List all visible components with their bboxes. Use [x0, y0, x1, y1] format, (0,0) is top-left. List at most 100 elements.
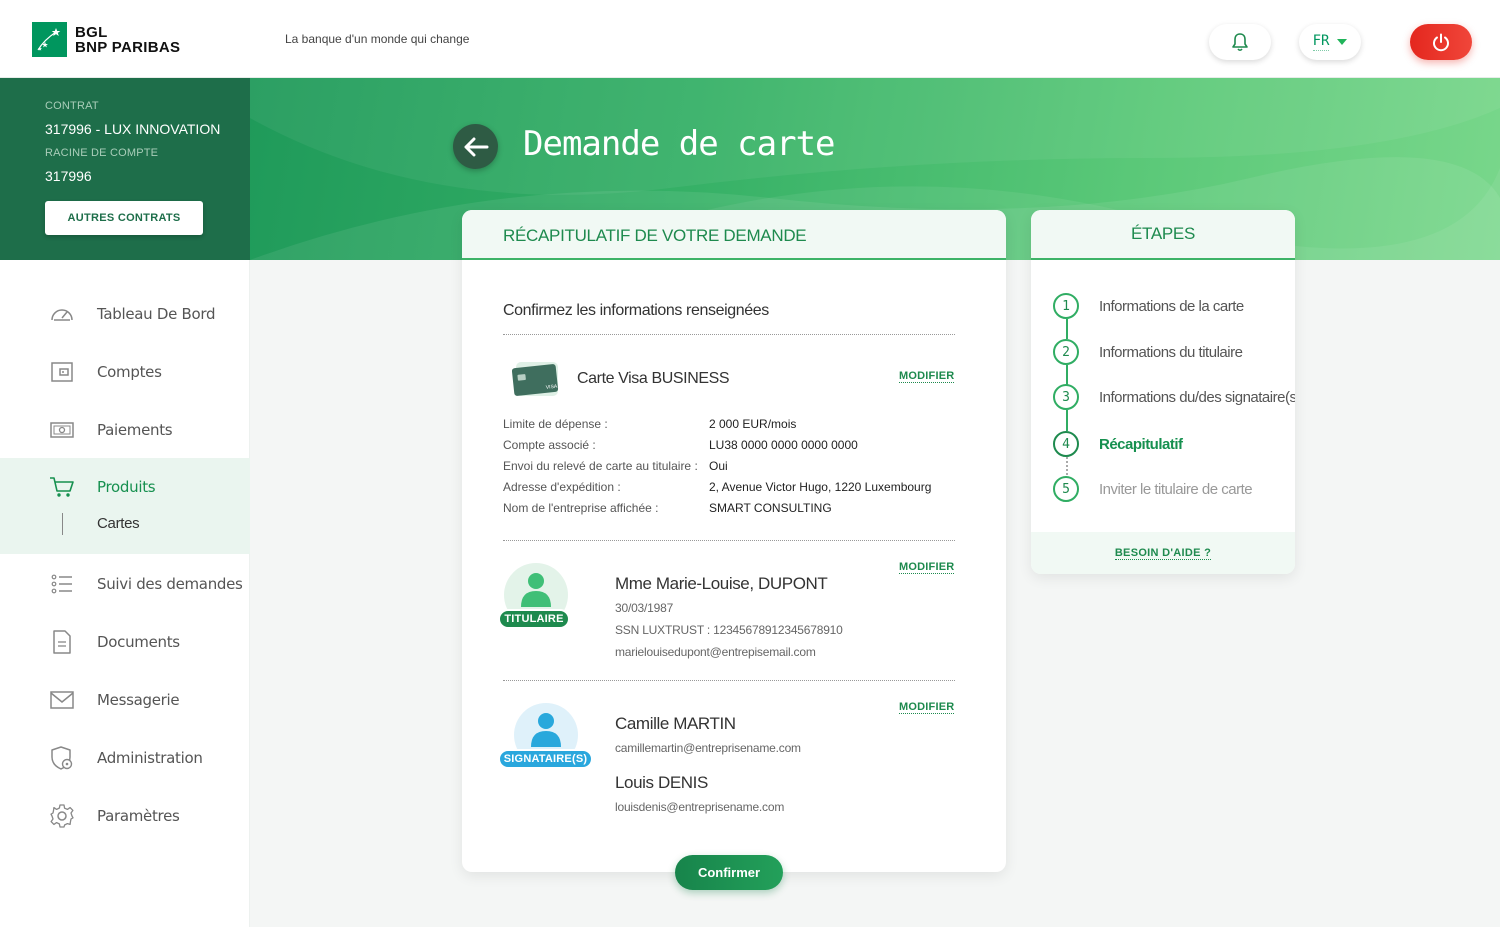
sidebar-item-label: Tableau De Bord	[97, 305, 216, 323]
mail-icon	[49, 687, 75, 713]
step-connector	[1066, 457, 1068, 475]
holder-ssn: SSN LUXTRUST : 12345678912345678910	[615, 623, 843, 637]
summary-card: RÉCAPITULATIF DE VOTRE DEMANDE Confirmez…	[462, 210, 1006, 872]
modify-signatories-link[interactable]: MODIFIER	[899, 701, 955, 714]
money-icon	[49, 417, 75, 443]
step-number: 4	[1053, 431, 1079, 457]
language-selector[interactable]: FR	[1299, 24, 1361, 60]
divider	[503, 680, 955, 681]
other-contracts-button[interactable]: AUTRES CONTRATS	[45, 201, 203, 235]
holder-badge: TITULAIRE	[498, 609, 570, 629]
step-number: 2	[1053, 339, 1079, 365]
sidebar-item-label: Suivi des demandes	[97, 575, 243, 593]
back-button[interactable]	[453, 124, 498, 169]
detail-value: LU38 0000 0000 0000 0000	[709, 438, 858, 452]
notifications-button[interactable]	[1209, 24, 1271, 60]
step-label: Récapitulatif	[1099, 435, 1183, 453]
step-item: 5 Inviter le titulaire de carte	[1053, 475, 1253, 503]
signatory-name: Louis DENIS	[615, 773, 708, 792]
document-icon	[49, 629, 75, 655]
detail-label: Adresse d'expédition :	[503, 480, 621, 494]
sidebar-item-label: Paiements	[97, 421, 173, 439]
modify-card-link[interactable]: MODIFIER	[899, 370, 955, 383]
bell-icon	[1232, 33, 1248, 52]
detail-value: SMART CONSULTING	[709, 501, 832, 515]
sidebar-item-settings[interactable]: Paramètres	[0, 787, 250, 845]
sidebar-item-accounts[interactable]: Comptes	[0, 343, 250, 401]
cart-icon	[49, 474, 75, 500]
steps-card-header: ÉTAPES	[1031, 210, 1295, 260]
step-number: 1	[1053, 293, 1079, 319]
confirm-button[interactable]: Confirmer	[675, 855, 783, 890]
sidebar-item-label: Messagerie	[97, 691, 180, 709]
language-label: FR	[1312, 33, 1330, 51]
credit-card-icon: VISA	[511, 360, 560, 396]
power-icon	[1433, 33, 1449, 52]
bgl-bnp-paribas-logo[interactable]: BGL BNP PARIBAS	[32, 22, 180, 57]
brand-line2: BNP PARIBAS	[75, 38, 181, 56]
account-root-label: RACINE DE COMPTE	[45, 147, 159, 159]
sidebar-item-label: Documents	[97, 633, 180, 651]
steps-card-title: ÉTAPES	[1130, 224, 1196, 243]
sidebar-item-messages[interactable]: Messagerie	[0, 671, 250, 729]
sidebar-item-label: Produits	[97, 478, 156, 496]
summary-card-header: RÉCAPITULATIF DE VOTRE DEMANDE	[462, 210, 1006, 260]
step-label: Informations du titulaire	[1099, 343, 1243, 361]
svg-text:VISA: VISA	[546, 384, 559, 391]
summary-intro: Confirmez les informations renseignées	[503, 302, 769, 319]
detail-value: 2, Avenue Victor Hugo, 1220 Luxembourg	[709, 480, 932, 494]
list-icon	[49, 571, 75, 597]
help-link[interactable]: BESOIN D'AIDE ?	[1114, 547, 1212, 560]
sidebar-item-label: Administration	[97, 749, 203, 767]
detail-value: 2 000 EUR/mois	[709, 417, 797, 431]
step-item-current[interactable]: 4 Récapitulatif	[1053, 430, 1183, 458]
step-number: 5	[1053, 476, 1079, 502]
gear-icon	[49, 803, 75, 829]
sidebar-subitem-cards[interactable]: Cartes	[97, 515, 140, 532]
detail-label: Envoi du relevé de carte au titulaire :	[503, 459, 698, 473]
logout-button[interactable]	[1410, 24, 1472, 60]
step-label: Informations du/des signataire(s)	[1099, 388, 1295, 406]
detail-value: Oui	[709, 459, 728, 473]
sidebar-item-label: Comptes	[97, 363, 162, 381]
wallet-icon	[49, 359, 75, 385]
step-label: Informations de la carte	[1099, 297, 1244, 315]
tagline: La banque d'un monde qui change	[285, 32, 470, 46]
sidebar-item-payments[interactable]: Paiements	[0, 401, 250, 459]
step-item[interactable]: 1 Informations de la carte	[1053, 292, 1244, 320]
modify-holder-link[interactable]: MODIFIER	[899, 561, 955, 574]
admin-shield-icon	[49, 745, 75, 771]
detail-label: Nom de l'entreprise affichée :	[503, 501, 659, 515]
sidebar-item-requests[interactable]: Suivi des demandes	[0, 555, 250, 613]
account-root-value: 317996	[45, 168, 92, 184]
signatory-email: louisdenis@entreprisename.com	[615, 800, 785, 814]
sidebar-item-administration[interactable]: Administration	[0, 729, 250, 787]
sidebar: Tableau De Bord Comptes Paiements Produi…	[0, 260, 250, 927]
sidebar-item-dashboard[interactable]: Tableau De Bord	[0, 285, 250, 343]
divider	[503, 540, 955, 541]
step-connector	[1066, 319, 1068, 339]
step-number: 3	[1053, 384, 1079, 410]
contract-value: 317996 - LUX INNOVATION	[45, 121, 221, 137]
arrow-left-icon	[464, 137, 488, 156]
signatory-badge: SIGNATAIRE(S)	[498, 749, 593, 769]
step-item[interactable]: 3 Informations du/des signataire(s)	[1053, 383, 1295, 411]
step-connector	[1066, 365, 1068, 385]
step-item[interactable]: 2 Informations du titulaire	[1053, 338, 1243, 366]
help-footer: BESOIN D'AIDE ?	[1031, 532, 1295, 574]
page-title: Demande de carte	[523, 124, 836, 164]
sidebar-item-products[interactable]: Produits	[0, 458, 250, 554]
divider	[503, 334, 955, 335]
step-label: Inviter le titulaire de carte	[1099, 480, 1253, 498]
signatory-email: camillemartin@entreprisename.com	[615, 741, 801, 755]
sidebar-item-documents[interactable]: Documents	[0, 613, 250, 671]
sub-nav-indicator	[62, 513, 63, 535]
dashboard-icon	[49, 301, 75, 327]
card-product-name: Carte Visa BUSINESS	[577, 370, 730, 387]
contract-panel: CONTRAT 317996 - LUX INNOVATION RACINE D…	[0, 78, 250, 260]
detail-label: Limite de dépense :	[503, 417, 608, 431]
top-bar: BGL BNP PARIBAS La banque d'un monde qui…	[0, 0, 1500, 78]
logo-stars-icon	[32, 22, 67, 57]
brand-line1: BGL	[75, 23, 108, 41]
chevron-down-icon	[1337, 39, 1348, 45]
